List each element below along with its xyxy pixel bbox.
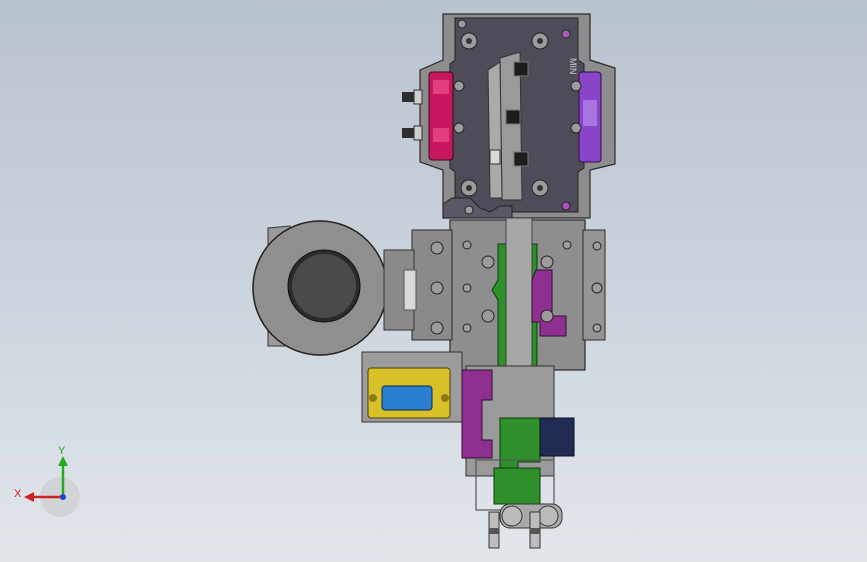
bolt-left-upper	[402, 89, 423, 105]
engraving-text: MIN	[568, 58, 578, 75]
lower-assembly[interactable]	[461, 365, 575, 549]
triad-y-label: Y	[58, 445, 66, 457]
triad-x-label: X	[14, 488, 22, 500]
tape-roll[interactable]	[252, 220, 417, 356]
coordinate-triad: Y X	[14, 445, 80, 517]
model-view[interactable]: MIN Y X	[0, 0, 867, 562]
bolt-left-lower	[402, 125, 423, 141]
graphics-viewport[interactable]: MIN Y X	[0, 0, 867, 562]
cartridge-assembly[interactable]	[361, 351, 463, 423]
top-plate-assembly[interactable]: MIN	[402, 13, 616, 219]
